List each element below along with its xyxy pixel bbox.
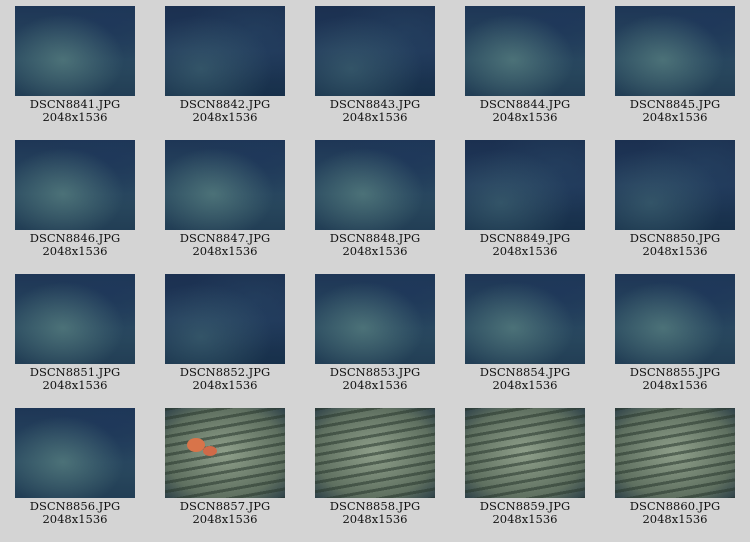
thumbnail-item[interactable]: DSCN8841.JPG 2048x1536 xyxy=(0,6,150,140)
thumbnail-image[interactable] xyxy=(15,6,135,96)
thumbnail-item[interactable]: DSCN8848.JPG 2048x1536 xyxy=(300,140,450,274)
thumbnail-item[interactable]: DSCN8852.JPG 2048x1536 xyxy=(150,274,300,408)
thumbnail-item[interactable]: DSCN8845.JPG 2048x1536 xyxy=(600,6,750,140)
image-dimensions: 2048x1536 xyxy=(42,244,108,258)
thumbnail-item[interactable]: DSCN8843.JPG 2048x1536 xyxy=(300,6,450,140)
thumbnail-item[interactable]: DSCN8842.JPG 2048x1536 xyxy=(150,6,300,140)
thumbnail-image[interactable] xyxy=(315,408,435,498)
image-dimensions: 2048x1536 xyxy=(192,378,258,392)
thumbnail-image[interactable] xyxy=(315,6,435,96)
thumbnail-image[interactable] xyxy=(615,274,735,364)
thumbnail-item[interactable]: DSCN8844.JPG 2048x1536 xyxy=(450,6,600,140)
image-dimensions: 2048x1536 xyxy=(342,244,408,258)
thumbnail-item[interactable]: DSCN8846.JPG 2048x1536 xyxy=(0,140,150,274)
thumbnail-item[interactable]: DSCN8858.JPG 2048x1536 xyxy=(300,408,450,542)
thumbnail-image[interactable] xyxy=(165,140,285,230)
thumbnail-item[interactable]: DSCN8856.JPG 2048x1536 xyxy=(0,408,150,542)
thumbnail-item[interactable]: DSCN8855.JPG 2048x1536 xyxy=(600,274,750,408)
image-dimensions: 2048x1536 xyxy=(192,244,258,258)
image-dimensions: 2048x1536 xyxy=(192,110,258,124)
thumbnail-image[interactable] xyxy=(315,274,435,364)
thumbnail-item[interactable]: DSCN8850.JPG 2048x1536 xyxy=(600,140,750,274)
image-dimensions: 2048x1536 xyxy=(492,512,558,526)
image-dimensions: 2048x1536 xyxy=(42,378,108,392)
thumbnail-grid: DSCN8841.JPG 2048x1536 DSCN8842.JPG 2048… xyxy=(0,6,750,542)
thumbnail-image[interactable] xyxy=(465,408,585,498)
thumbnail-image[interactable] xyxy=(165,408,285,498)
thumbnail-image[interactable] xyxy=(615,408,735,498)
image-dimensions: 2048x1536 xyxy=(342,512,408,526)
thumbnail-image[interactable] xyxy=(165,6,285,96)
image-dimensions: 2048x1536 xyxy=(42,512,108,526)
image-dimensions: 2048x1536 xyxy=(192,512,258,526)
thumbnail-item[interactable]: DSCN8857.JPG 2048x1536 xyxy=(150,408,300,542)
image-dimensions: 2048x1536 xyxy=(42,110,108,124)
thumbnail-image[interactable] xyxy=(465,140,585,230)
image-dimensions: 2048x1536 xyxy=(642,378,708,392)
thumbnail-item[interactable]: DSCN8851.JPG 2048x1536 xyxy=(0,274,150,408)
thumbnail-image[interactable] xyxy=(465,6,585,96)
image-dimensions: 2048x1536 xyxy=(492,378,558,392)
thumbnail-item[interactable]: DSCN8853.JPG 2048x1536 xyxy=(300,274,450,408)
image-dimensions: 2048x1536 xyxy=(342,110,408,124)
image-dimensions: 2048x1536 xyxy=(642,110,708,124)
thumbnail-image[interactable] xyxy=(15,408,135,498)
image-dimensions: 2048x1536 xyxy=(492,244,558,258)
image-dimensions: 2048x1536 xyxy=(492,110,558,124)
thumbnail-image[interactable] xyxy=(315,140,435,230)
thumbnail-item[interactable]: DSCN8860.JPG 2048x1536 xyxy=(600,408,750,542)
thumbnail-item[interactable]: DSCN8849.JPG 2048x1536 xyxy=(450,140,600,274)
thumbnail-item[interactable]: DSCN8847.JPG 2048x1536 xyxy=(150,140,300,274)
image-dimensions: 2048x1536 xyxy=(642,512,708,526)
image-dimensions: 2048x1536 xyxy=(642,244,708,258)
thumbnail-item[interactable]: DSCN8854.JPG 2048x1536 xyxy=(450,274,600,408)
thumbnail-image[interactable] xyxy=(15,140,135,230)
thumbnail-image[interactable] xyxy=(615,140,735,230)
thumbnail-image[interactable] xyxy=(465,274,585,364)
thumbnail-image[interactable] xyxy=(165,274,285,364)
image-dimensions: 2048x1536 xyxy=(342,378,408,392)
thumbnail-image[interactable] xyxy=(15,274,135,364)
thumbnail-item[interactable]: DSCN8859.JPG 2048x1536 xyxy=(450,408,600,542)
thumbnail-image[interactable] xyxy=(615,6,735,96)
